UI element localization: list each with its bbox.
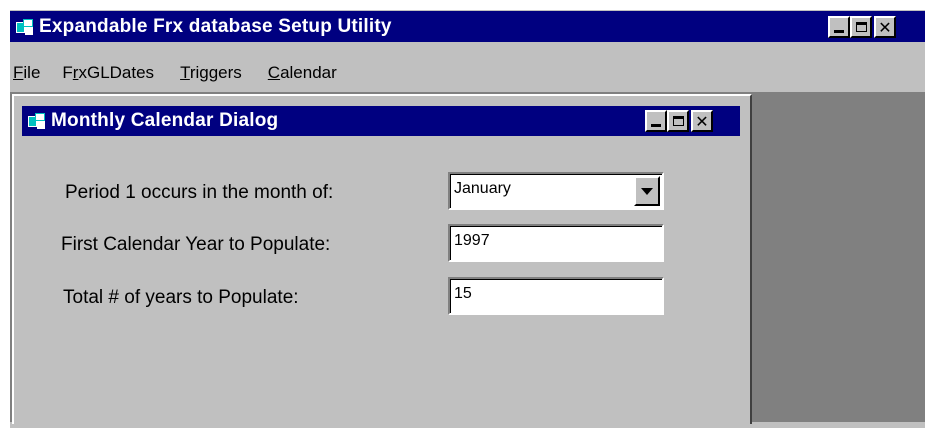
period-month-value: January xyxy=(454,180,511,197)
dialog-titlebar[interactable]: Monthly Calendar Dialog xyxy=(22,106,740,136)
period-label: Period 1 occurs in the month of: xyxy=(65,182,334,203)
period-month-dropdown[interactable]: January xyxy=(448,172,664,210)
dialog-icon xyxy=(28,113,46,129)
maximize-icon xyxy=(855,22,867,32)
first-year-value: 1997 xyxy=(454,232,490,249)
close-icon: ✕ xyxy=(695,111,709,131)
maximize-icon xyxy=(672,116,684,126)
app-window-controls: ✕ xyxy=(828,16,896,38)
dialog-close-button[interactable]: ✕ xyxy=(691,110,713,132)
menu-file[interactable]: File xyxy=(13,63,40,83)
chevron-down-icon xyxy=(641,187,653,195)
total-years-input[interactable]: 15 xyxy=(448,277,664,315)
dialog-window-controls: ✕ xyxy=(645,110,713,132)
app-titlebar[interactable]: Expandable Frx database Setup Utility xyxy=(10,11,925,42)
first-year-label: First Calendar Year to Populate: xyxy=(61,234,331,255)
minimize-icon xyxy=(834,29,844,33)
dialog-minimize-button[interactable] xyxy=(645,110,667,132)
dialog-maximize-button[interactable] xyxy=(667,110,689,132)
minimize-icon xyxy=(651,123,661,127)
menu-triggers[interactable]: Triggers xyxy=(180,63,242,83)
total-years-label: Total # of years to Populate: xyxy=(63,287,299,308)
dialog-title: Monthly Calendar Dialog xyxy=(51,110,279,131)
dropdown-button[interactable] xyxy=(634,176,660,206)
total-years-value: 15 xyxy=(454,285,472,302)
app-title: Expandable Frx database Setup Utility xyxy=(39,15,392,37)
menu-frxgldates[interactable]: FrxGLDates xyxy=(62,63,154,83)
minimize-button[interactable] xyxy=(828,16,850,38)
menu-bar: File FrxGLDates Triggers Calendar xyxy=(10,56,359,90)
first-year-input[interactable]: 1997 xyxy=(448,224,664,262)
app-icon xyxy=(16,18,34,35)
close-button[interactable]: ✕ xyxy=(874,16,896,38)
menu-calendar[interactable]: Calendar xyxy=(268,63,337,83)
close-icon: ✕ xyxy=(878,17,892,37)
maximize-button[interactable] xyxy=(850,16,872,38)
